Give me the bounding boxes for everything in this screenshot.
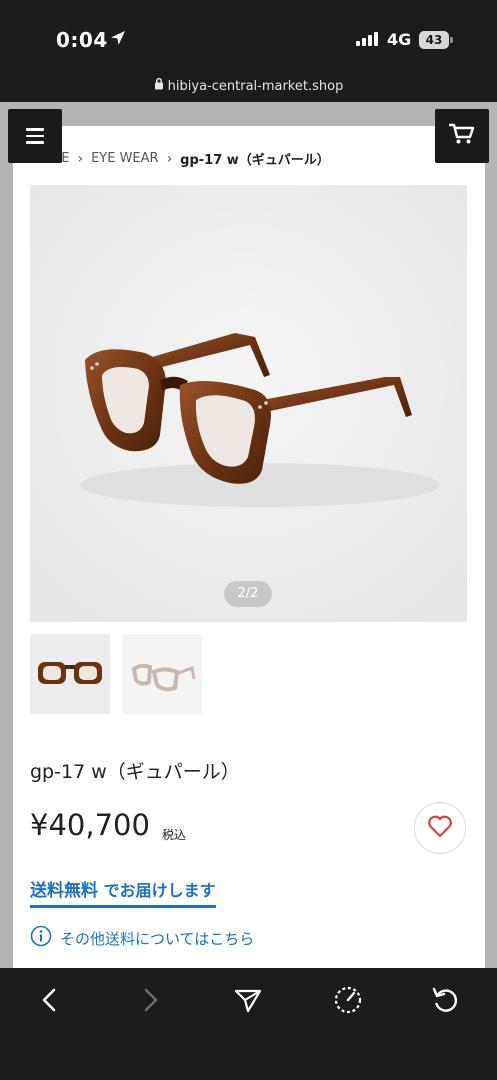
location-arrow-icon (110, 30, 126, 50)
signal-icon (356, 32, 378, 46)
favorite-button[interactable] (414, 802, 466, 854)
cart-button[interactable] (435, 109, 489, 163)
reload-button[interactable] (424, 980, 468, 1024)
image-pager: 2/2 (224, 581, 272, 607)
lock-icon (154, 70, 164, 104)
network-type: 4G (387, 30, 412, 49)
browser-toolbar (0, 968, 497, 1080)
product-title: gp-17 w（ギュパール） (30, 761, 240, 783)
free-shipping-highlight: 送料無料 (30, 881, 98, 901)
tax-label: 税込 (162, 828, 187, 842)
url-text: hibiya-central-market.shop (167, 79, 344, 94)
forward-icon (140, 987, 160, 1017)
url-bar[interactable]: hibiya-central-market.shop (0, 70, 497, 102)
glasses-front-image (38, 662, 102, 684)
free-shipping-banner: 送料無料 でお届けします (30, 876, 216, 908)
menu-button[interactable] (8, 109, 62, 163)
status-time: 0:04 (56, 28, 108, 52)
breadcrumb: HOME › EYE WEAR › gp-17 w（ギュパール） (30, 149, 330, 169)
hamburger-icon (26, 128, 44, 131)
thumbnail-2[interactable] (122, 634, 202, 714)
chevron-right-icon: › (166, 150, 173, 167)
reload-icon (431, 985, 461, 1019)
cart-icon (448, 123, 475, 149)
thumbnail-1[interactable] (30, 634, 110, 714)
share-icon (234, 987, 262, 1017)
glasses-side-image (131, 663, 196, 692)
gauge-icon (333, 985, 363, 1019)
back-icon (40, 987, 60, 1017)
performance-button[interactable] (326, 980, 370, 1024)
breadcrumb-eyewear[interactable]: EYE WEAR (91, 151, 159, 166)
product-image[interactable]: 2/2 (30, 185, 467, 622)
glasses-image (30, 185, 467, 622)
status-bar: 0:04 4G 43 (0, 0, 497, 70)
shipping-info-link[interactable]: その他送料についてはこちら (30, 925, 254, 951)
forward-button[interactable] (128, 980, 172, 1024)
free-shipping-text: でお届けします (98, 881, 216, 900)
breadcrumb-current: gp-17 w（ギュパール） (180, 153, 330, 168)
info-icon (30, 925, 52, 951)
hamburger-icon-line (26, 134, 44, 138)
share-button[interactable] (226, 980, 270, 1024)
chevron-right-icon: › (77, 150, 84, 167)
back-button[interactable] (28, 980, 72, 1024)
heart-icon (427, 814, 453, 842)
battery-icon: 43 (419, 31, 449, 49)
hamburger-icon-line (26, 141, 44, 144)
battery-tip (450, 37, 453, 43)
shipping-info-text: その他送料についてはこちら (60, 929, 255, 948)
product-price: ¥40,700 (30, 808, 150, 842)
